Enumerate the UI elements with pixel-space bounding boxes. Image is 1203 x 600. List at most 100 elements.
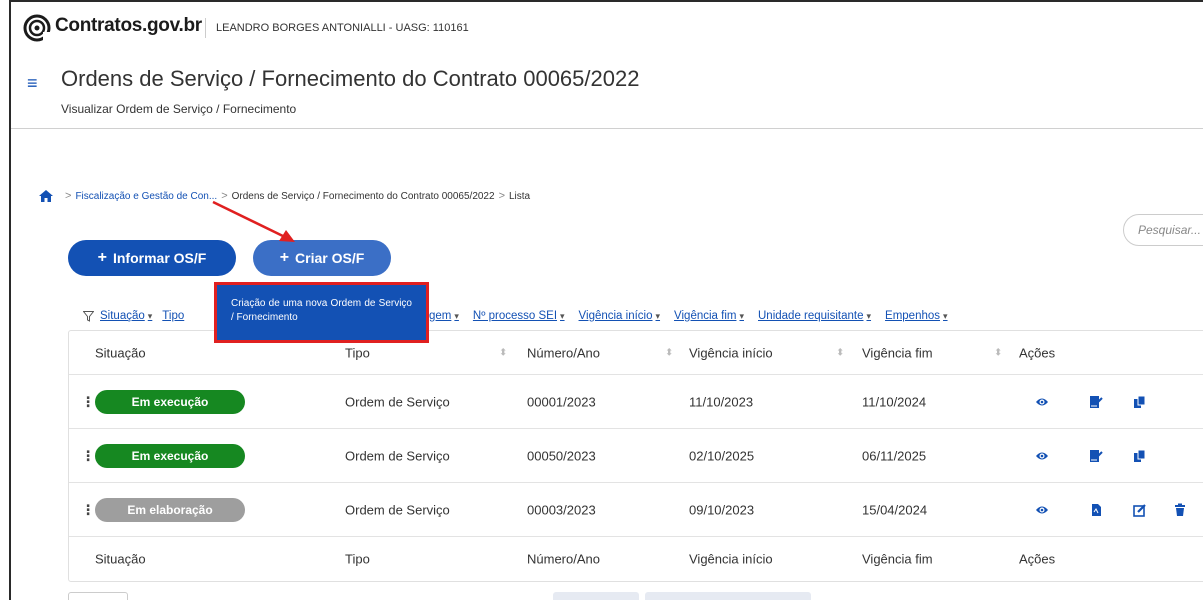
cell-vigencia-inicio: 09/10/2023 bbox=[689, 502, 755, 517]
filter-processo-sei[interactable]: Nº processo SEI ▾ bbox=[473, 310, 565, 322]
table-row: ⋮ Em execução Ordem de Serviço 00050/202… bbox=[69, 429, 1203, 483]
caret-down-icon: ▾ bbox=[454, 311, 459, 321]
column-footer-tipo: Tipo bbox=[345, 551, 370, 567]
caret-down-icon: ▾ bbox=[739, 311, 744, 321]
cell-vigencia-fim: 06/11/2025 bbox=[862, 448, 927, 463]
informar-osf-button[interactable]: + Informar OS/F bbox=[68, 240, 236, 276]
gov-logo-icon bbox=[23, 14, 51, 42]
filter-empenhos[interactable]: Empenhos ▾ bbox=[885, 310, 948, 322]
cell-tipo: Ordem de Serviço bbox=[345, 502, 450, 517]
page-size-select[interactable] bbox=[68, 592, 128, 600]
view-eye-icon[interactable] bbox=[1035, 503, 1049, 517]
signature-icon[interactable] bbox=[1089, 449, 1103, 463]
filter-vigencia-fim-label: Vigência fim bbox=[674, 310, 737, 322]
breadcrumb-separator: > bbox=[498, 190, 505, 202]
column-header-tipo[interactable]: Tipo bbox=[345, 345, 370, 360]
sort-icon[interactable]: ⬍ bbox=[994, 347, 1002, 358]
cell-tipo: Ordem de Serviço bbox=[345, 448, 450, 463]
filter-tipo[interactable]: Tipo bbox=[162, 310, 184, 322]
filter-unidade-label: Unidade requisitante bbox=[758, 310, 864, 322]
filter-tipo-label: Tipo bbox=[162, 310, 185, 322]
column-header-vigencia-inicio[interactable]: Vigência início bbox=[689, 345, 773, 360]
breadcrumb-separator: > bbox=[65, 190, 72, 202]
breadcrumb-item-fiscalizacao[interactable]: Fiscalização e Gestão de Con... bbox=[75, 191, 217, 202]
filter-situacao[interactable]: Situação ▾ bbox=[100, 310, 152, 322]
caret-down-icon: ▾ bbox=[655, 311, 661, 321]
row-menu-icon[interactable]: ⋮ bbox=[81, 501, 95, 518]
view-eye-icon[interactable] bbox=[1035, 395, 1049, 409]
caret-down-icon: ▾ bbox=[560, 311, 565, 321]
plus-icon: + bbox=[279, 249, 290, 266]
column-footer-numero: Número/Ano bbox=[527, 551, 600, 567]
plus-icon: + bbox=[97, 249, 107, 266]
caret-down-icon: ▾ bbox=[866, 311, 872, 321]
caret-down-icon: ▾ bbox=[943, 311, 948, 321]
column-footer-situacao: Situação bbox=[95, 551, 146, 567]
search-input[interactable]: Pesquisar... bbox=[1123, 214, 1203, 246]
sort-icon[interactable]: ⬍ bbox=[836, 347, 844, 358]
table-footer-row: Situação Tipo Número/Ano Vigência início… bbox=[69, 537, 1203, 581]
edit-icon[interactable] bbox=[1133, 503, 1147, 517]
copy-icon[interactable] bbox=[1133, 449, 1147, 463]
column-header-situacao[interactable]: Situação bbox=[95, 345, 146, 360]
column-header-vigencia-fim[interactable]: Vigência fim bbox=[862, 345, 933, 360]
sort-icon[interactable]: ⬍ bbox=[665, 347, 673, 358]
cell-numero: 00001/2023 bbox=[527, 394, 596, 409]
cell-vigencia-fim: 15/04/2024 bbox=[862, 502, 928, 517]
filter-vigencia-inicio-label: Vigência início bbox=[578, 310, 653, 322]
filter-unidade-requisitante[interactable]: Unidade requisitante ▾ bbox=[758, 310, 871, 322]
copy-icon[interactable] bbox=[1133, 395, 1147, 409]
column-footer-vigencia-fim: Vigência fim bbox=[862, 551, 933, 567]
cell-vigencia-fim: 11/10/2024 bbox=[862, 394, 927, 409]
filter-vigencia-inicio[interactable]: Vigência início ▾ bbox=[579, 310, 660, 322]
home-icon[interactable] bbox=[39, 190, 53, 202]
filter-situacao-label: Situação bbox=[100, 310, 145, 322]
status-badge: Em elaboração bbox=[95, 497, 245, 522]
breadcrumb-item-lista: Lista bbox=[509, 190, 531, 202]
criar-osf-button[interactable]: + Criar OS/F bbox=[253, 240, 391, 276]
signature-icon[interactable] bbox=[1089, 395, 1103, 409]
sort-icon[interactable]: ⬍ bbox=[499, 347, 507, 358]
column-header-acoes: Ações bbox=[1019, 345, 1056, 360]
criar-osf-label: Criar OS/F bbox=[295, 250, 365, 266]
cell-vigencia-inicio: 11/10/2023 bbox=[689, 394, 754, 409]
breadcrumb-item-ordens[interactable]: Ordens de Serviço / Fornecimento do Cont… bbox=[232, 191, 495, 202]
trash-icon[interactable] bbox=[1173, 503, 1187, 517]
column-visibility-button[interactable] bbox=[645, 592, 811, 600]
view-eye-icon[interactable] bbox=[1035, 449, 1049, 463]
informar-osf-label: Informar OS/F bbox=[112, 250, 207, 266]
export-button[interactable] bbox=[553, 592, 639, 600]
status-badge: Em execução bbox=[95, 443, 245, 468]
header-divider bbox=[205, 18, 206, 38]
column-header-numero[interactable]: Número/Ano bbox=[527, 345, 600, 360]
page-subtitle: Visualizar Ordem de Serviço / Fornecimen… bbox=[61, 102, 297, 116]
filter-vigencia-fim[interactable]: Vigência fim ▾ bbox=[674, 310, 744, 322]
column-footer-vigencia-inicio: Vigência início bbox=[689, 551, 773, 567]
orders-table: Situação Tipo ⬍ Número/Ano ⬍ Vigência in… bbox=[68, 330, 1203, 582]
row-menu-icon[interactable]: ⋮ bbox=[81, 447, 95, 464]
breadcrumb-separator: > bbox=[221, 190, 228, 202]
header-divider-line bbox=[11, 128, 1203, 129]
column-footer-acoes: Ações bbox=[1019, 551, 1056, 567]
page-title: Ordens de Serviço / Fornecimento do Cont… bbox=[61, 66, 640, 91]
row-menu-icon[interactable]: ⋮ bbox=[81, 393, 95, 410]
status-badge: Em execução bbox=[95, 389, 245, 414]
cell-tipo: Ordem de Serviço bbox=[345, 394, 450, 409]
filter-icon bbox=[83, 310, 94, 322]
cell-numero: 00003/2023 bbox=[527, 502, 596, 517]
cell-vigencia-inicio: 02/10/2025 bbox=[689, 448, 755, 463]
table-row: ⋮ Em execução Ordem de Serviço 00001/202… bbox=[69, 375, 1203, 429]
hamburger-menu-icon[interactable]: ≡ bbox=[27, 73, 38, 94]
criar-osf-tooltip: Criação de uma nova Ordem de Serviço / F… bbox=[214, 282, 429, 343]
app-frame: Contratos.gov.br LEANDRO BORGES ANTONIAL… bbox=[9, 0, 1203, 600]
user-info: LEANDRO BORGES ANTONIALLI - UASG: 110161 bbox=[216, 22, 469, 34]
table-row: ⋮ Em elaboração Ordem de Serviço 00003/2… bbox=[69, 483, 1203, 537]
filter-processo-sei-label: Nº processo SEI bbox=[472, 310, 558, 322]
pdf-icon[interactable] bbox=[1089, 503, 1103, 517]
logo-text[interactable]: Contratos.gov.br bbox=[55, 15, 202, 37]
filter-bar: Situação▾ Tipo de origem▾ Nº processo SE… bbox=[83, 310, 948, 322]
filter-empenhos-label: Empenhos bbox=[885, 310, 941, 322]
caret-down-icon: ▾ bbox=[147, 311, 153, 321]
breadcrumb: > Fiscalização e Gestão de Con... > Orde… bbox=[39, 190, 530, 202]
cell-numero: 00050/2023 bbox=[527, 448, 596, 463]
